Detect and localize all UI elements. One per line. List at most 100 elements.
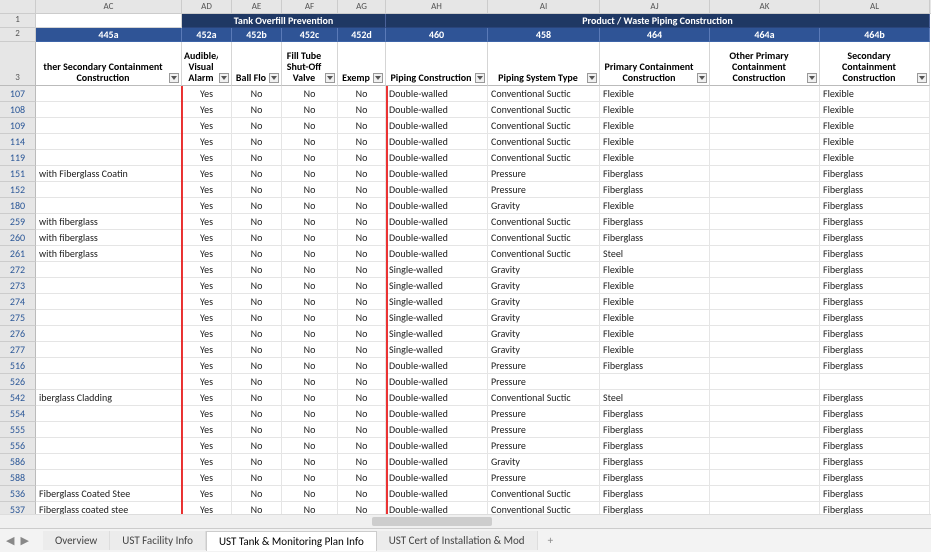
row-number[interactable]: 151 [0, 166, 36, 182]
row-number[interactable]: 537 [0, 502, 36, 514]
code-cell[interactable]: 452b [232, 28, 282, 42]
row-number[interactable]: 555 [0, 422, 36, 438]
data-cell[interactable]: Fiberglass [600, 502, 710, 514]
filter-icon[interactable] [219, 73, 229, 83]
data-cell[interactable]: No [282, 150, 338, 166]
data-cell[interactable] [710, 166, 820, 182]
data-cell[interactable]: Double-walled [386, 230, 488, 246]
data-cell[interactable] [710, 486, 820, 502]
col-letter[interactable]: AJ [600, 0, 710, 13]
data-cell[interactable]: Fiberglass [600, 454, 710, 470]
data-cell[interactable]: Single-walled [386, 310, 488, 326]
data-cell[interactable]: Fiberglass [820, 230, 930, 246]
data-cell[interactable]: Gravity [488, 198, 600, 214]
data-cell[interactable]: No [232, 262, 282, 278]
data-cell[interactable]: Flexible [820, 102, 930, 118]
data-cell[interactable]: Flexible [600, 134, 710, 150]
code-cell[interactable]: 445a [36, 28, 182, 42]
data-cell[interactable]: No [232, 118, 282, 134]
data-cell[interactable]: No [282, 406, 338, 422]
data-cell[interactable]: Single-walled [386, 262, 488, 278]
data-cell[interactable]: No [232, 150, 282, 166]
data-cell[interactable]: No [232, 470, 282, 486]
data-cell[interactable] [710, 390, 820, 406]
data-cell[interactable]: Flexible [600, 278, 710, 294]
data-cell[interactable]: Yes [182, 422, 232, 438]
data-cell[interactable]: Double-walled [386, 150, 488, 166]
header-other-primary-containment[interactable]: Other Primary Containment Construction [710, 42, 820, 86]
data-cell[interactable]: Fiberglass [820, 198, 930, 214]
row-number[interactable]: 108 [0, 102, 36, 118]
data-cell[interactable]: No [232, 102, 282, 118]
data-cell[interactable]: No [338, 230, 386, 246]
data-cell[interactable]: No [282, 486, 338, 502]
data-cell[interactable]: No [282, 422, 338, 438]
data-cell[interactable] [36, 374, 182, 390]
data-cell[interactable]: Flexible [820, 150, 930, 166]
data-cell[interactable]: Yes [182, 198, 232, 214]
data-cell[interactable]: Yes [182, 294, 232, 310]
data-cell[interactable]: No [338, 118, 386, 134]
data-cell[interactable]: Fiberglass [820, 214, 930, 230]
data-cell[interactable]: Single-walled [386, 326, 488, 342]
data-cell[interactable] [600, 374, 710, 390]
data-cell[interactable] [36, 86, 182, 102]
sheet-tab-tank-monitoring[interactable]: UST Tank & Monitoring Plan Info [206, 531, 377, 551]
data-cell[interactable]: No [232, 198, 282, 214]
data-cell[interactable] [36, 118, 182, 134]
row-number[interactable]: 114 [0, 134, 36, 150]
header-audible-visual-alarm[interactable]: Audible/ Visual Alarm [182, 42, 232, 86]
code-cell[interactable]: 464a [710, 28, 820, 42]
data-cell[interactable]: Flexible [600, 198, 710, 214]
filter-icon[interactable] [807, 73, 817, 83]
data-cell[interactable]: No [338, 486, 386, 502]
row-number[interactable]: 274 [0, 294, 36, 310]
data-cell[interactable]: Yes [182, 406, 232, 422]
header-secondary-containment[interactable]: Secondary Containment Construction [820, 42, 930, 86]
data-cell[interactable] [710, 470, 820, 486]
data-cell[interactable]: No [232, 310, 282, 326]
data-cell[interactable]: No [282, 374, 338, 390]
data-cell[interactable]: Double-walled [386, 470, 488, 486]
data-cell[interactable] [36, 358, 182, 374]
data-cell[interactable]: Fiberglass [600, 358, 710, 374]
data-cell[interactable]: No [338, 134, 386, 150]
data-cell[interactable]: No [282, 342, 338, 358]
data-cell[interactable]: Conventional Suctic [488, 150, 600, 166]
data-cell[interactable]: Double-walled [386, 134, 488, 150]
data-cell[interactable]: Fiberglass [820, 390, 930, 406]
data-cell[interactable] [710, 422, 820, 438]
filter-icon[interactable] [587, 73, 597, 83]
data-cell[interactable]: Conventional Suctic [488, 230, 600, 246]
data-cell[interactable] [710, 294, 820, 310]
row-number[interactable]: 536 [0, 486, 36, 502]
data-cell[interactable]: Steel [600, 246, 710, 262]
data-grid[interactable]: 107YesNoNoNoDouble-walledConventional Su… [0, 86, 931, 514]
data-cell[interactable]: No [338, 294, 386, 310]
row-number[interactable]: 2 [0, 28, 36, 42]
data-cell[interactable]: Fiberglass [820, 166, 930, 182]
code-cell[interactable]: 460 [386, 28, 488, 42]
data-cell[interactable]: with Fiberglass Coatin [36, 166, 182, 182]
row-number[interactable]: 1 [0, 14, 36, 28]
data-cell[interactable]: Double-walled [386, 86, 488, 102]
row-number[interactable]: 526 [0, 374, 36, 390]
data-cell[interactable]: No [338, 422, 386, 438]
data-cell[interactable]: No [232, 214, 282, 230]
data-cell[interactable]: Fiberglass [820, 342, 930, 358]
filter-icon[interactable] [373, 73, 383, 83]
data-cell[interactable]: No [282, 230, 338, 246]
header-exempt[interactable]: Exemp [338, 42, 386, 86]
data-cell[interactable]: Pressure [488, 358, 600, 374]
data-cell[interactable]: No [282, 310, 338, 326]
data-cell[interactable]: Yes [182, 278, 232, 294]
data-cell[interactable]: No [232, 230, 282, 246]
data-cell[interactable]: Gravity [488, 342, 600, 358]
data-cell[interactable]: Fiberglass [820, 358, 930, 374]
row-number[interactable]: 276 [0, 326, 36, 342]
data-cell[interactable]: Double-walled [386, 422, 488, 438]
data-cell[interactable] [36, 342, 182, 358]
data-cell[interactable]: Fiberglass [820, 438, 930, 454]
data-cell[interactable]: No [282, 278, 338, 294]
data-cell[interactable]: Gravity [488, 262, 600, 278]
